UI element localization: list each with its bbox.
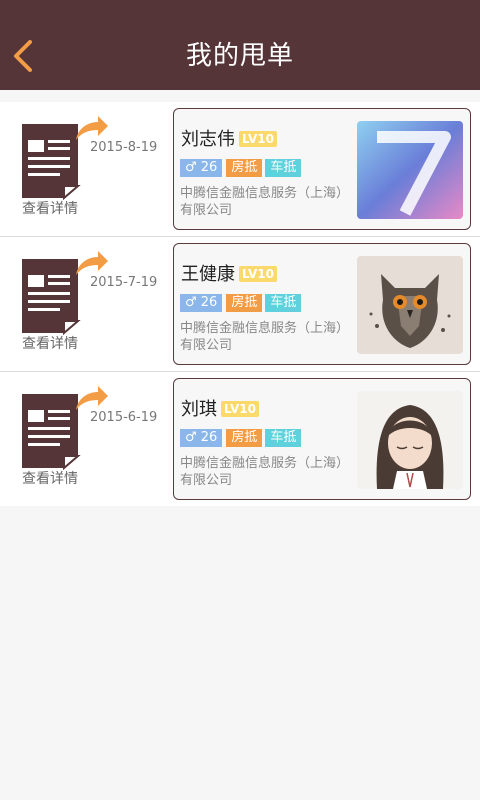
customer-card[interactable]: 王健康 LV10 ♂ 26 房抵 车抵 中腾信金融信息服务（上海） 有限公司 bbox=[173, 243, 471, 365]
age-tag: ♂ 26 bbox=[180, 159, 223, 177]
customer-name: 王健康 LV10 bbox=[181, 260, 277, 286]
age-tag: ♂ 26 bbox=[180, 294, 223, 312]
company-line-1: 中腾信金融信息服务（上海） bbox=[180, 186, 350, 201]
car-mortgage-tag: 车抵 bbox=[265, 294, 302, 312]
house-mortgage-tag: 房抵 bbox=[226, 429, 263, 447]
avatar bbox=[357, 121, 463, 219]
level-badge: LV10 bbox=[239, 266, 277, 282]
house-mortgage-tag: 房抵 bbox=[226, 159, 263, 177]
customer-card[interactable]: 刘志伟 LV10 ♂ 26 房抵 车抵 中腾信金融信息服务（上海） 有限公司 bbox=[173, 108, 471, 230]
list-item[interactable]: 2015-6-19 查看详情 刘琪 LV10 ♂ 26 房抵 车抵 中腾信金融信息服务… bbox=[0, 372, 480, 506]
level-badge: LV10 bbox=[221, 401, 259, 417]
company-line-2: 有限公司 bbox=[180, 203, 233, 218]
tag-group: ♂ 26 房抵 车抵 bbox=[180, 159, 302, 177]
company-line-1: 中腾信金融信息服务（上海） bbox=[180, 321, 350, 336]
customer-name-text: 刘琪 bbox=[181, 399, 217, 420]
order-list: 2015-8-19 查看详情 刘志伟 LV10 ♂ 26 房抵 车抵 中腾信金融信息服… bbox=[0, 102, 480, 506]
order-date: 2015-6-19 bbox=[90, 410, 158, 425]
list-item[interactable]: 2015-7-19 查看详情 王健康 LV10 ♂ 26 房抵 车抵 中腾信金融信息服… bbox=[0, 237, 480, 372]
document-share-icon bbox=[22, 386, 108, 470]
customer-name-text: 王健康 bbox=[181, 264, 235, 285]
company-name: 中腾信金融信息服务（上海） 有限公司 bbox=[180, 455, 360, 489]
car-mortgage-tag: 车抵 bbox=[265, 159, 302, 177]
customer-name: 刘志伟 LV10 bbox=[181, 125, 277, 151]
avatar bbox=[357, 391, 463, 489]
company-line-2: 有限公司 bbox=[180, 338, 233, 353]
order-date: 2015-8-19 bbox=[90, 140, 158, 155]
app-header: 我的甩单 bbox=[0, 0, 480, 90]
order-date: 2015-7-19 bbox=[90, 275, 158, 290]
car-mortgage-tag: 车抵 bbox=[265, 429, 302, 447]
company-line-1: 中腾信金融信息服务（上海） bbox=[180, 456, 350, 471]
customer-name-text: 刘志伟 bbox=[181, 129, 235, 150]
age-tag: ♂ 26 bbox=[180, 429, 223, 447]
view-details-link[interactable]: 查看详情 bbox=[22, 468, 78, 488]
view-details-link[interactable]: 查看详情 bbox=[22, 333, 78, 353]
company-name: 中腾信金融信息服务（上海） 有限公司 bbox=[180, 320, 360, 354]
tag-group: ♂ 26 房抵 车抵 bbox=[180, 294, 302, 312]
level-badge: LV10 bbox=[239, 131, 277, 147]
view-details-link[interactable]: 查看详情 bbox=[22, 198, 78, 218]
customer-card[interactable]: 刘琪 LV10 ♂ 26 房抵 车抵 中腾信金融信息服务（上海） 有限公司 bbox=[173, 378, 471, 500]
document-share-icon bbox=[22, 116, 108, 200]
company-name: 中腾信金融信息服务（上海） 有限公司 bbox=[180, 185, 360, 219]
list-item[interactable]: 2015-8-19 查看详情 刘志伟 LV10 ♂ 26 房抵 车抵 中腾信金融信息服… bbox=[0, 102, 480, 237]
document-share-icon bbox=[22, 251, 108, 335]
customer-name: 刘琪 LV10 bbox=[181, 395, 259, 421]
company-line-2: 有限公司 bbox=[180, 473, 233, 488]
page-title: 我的甩单 bbox=[185, 41, 294, 71]
avatar bbox=[357, 256, 463, 354]
tag-group: ♂ 26 房抵 车抵 bbox=[180, 429, 302, 447]
house-mortgage-tag: 房抵 bbox=[226, 294, 263, 312]
